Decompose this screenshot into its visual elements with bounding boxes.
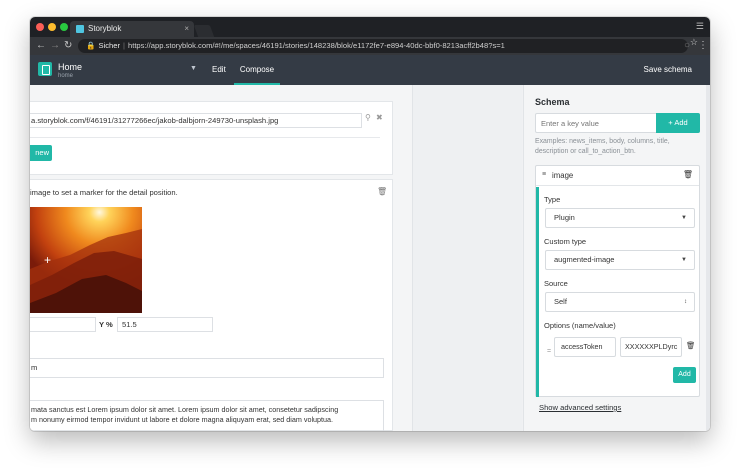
textarea-field[interactable]: mata sanctus est Lorem ipsum dolor sit a… xyxy=(30,400,384,431)
type-label: Type xyxy=(544,195,561,204)
trash-icon[interactable]: 🗑 xyxy=(377,187,387,196)
show-advanced-settings-link[interactable]: Show advanced settings xyxy=(539,403,621,412)
trash-icon[interactable]: 🗑 xyxy=(686,341,696,350)
tab-compose[interactable]: Compose xyxy=(234,55,280,85)
sunset-mountain-image[interactable]: + xyxy=(30,207,142,313)
url-text: https://app.storyblok.com/#!/me/spaces/4… xyxy=(127,41,505,50)
y-percent-label: Y % xyxy=(99,320,113,329)
forward-arrow-icon[interactable]: → xyxy=(50,39,60,53)
url-separator: | xyxy=(123,41,125,50)
asset-card: a.storyblok.com/f/46191/31277266ec/jakob… xyxy=(30,101,393,175)
browser-window: Storyblok × ☰ ← → ↻ 🔒 Sicher | https://app.… xyxy=(30,17,710,431)
tab-close-icon[interactable]: × xyxy=(184,21,189,37)
workspace: a.storyblok.com/f/46191/31277266ec/jakob… xyxy=(30,85,710,431)
browser-tab[interactable]: Storyblok × xyxy=(70,21,194,37)
profile-icon[interactable]: ☰ xyxy=(696,21,704,32)
storyblok-logo-icon[interactable] xyxy=(38,62,52,76)
schema-title: Schema xyxy=(535,97,570,107)
source-label: Source xyxy=(544,279,568,288)
tab-edit[interactable]: Edit xyxy=(212,55,226,85)
divider xyxy=(30,137,380,138)
type-select[interactable]: Plugin ▼ xyxy=(545,208,695,228)
key-input[interactable] xyxy=(535,113,657,133)
lock-icon: 🔒 xyxy=(86,41,96,50)
story-slug: home xyxy=(58,73,74,79)
chevron-down-icon[interactable]: ▼ xyxy=(190,65,197,72)
reload-icon[interactable]: ↻ xyxy=(64,39,72,53)
story-title[interactable]: Home xyxy=(58,62,82,72)
drag-handle-icon[interactable]: ≡ xyxy=(542,171,546,178)
content-editor-pane: a.storyblok.com/f/46191/31277266ec/jakob… xyxy=(30,85,412,431)
bookmark-star-icon[interactable]: ☆ xyxy=(690,37,698,48)
marker-crosshair-icon[interactable]: + xyxy=(44,254,51,266)
options-label: Options (name/value) xyxy=(544,321,616,330)
save-schema-button[interactable]: Save schema xyxy=(644,55,692,85)
custom-type-value: augmented-image xyxy=(554,255,615,264)
type-select-value: Plugin xyxy=(554,213,575,222)
maximize-window-button[interactable] xyxy=(60,23,68,31)
source-value: Self xyxy=(554,297,567,306)
clear-icon[interactable]: ✖ xyxy=(376,113,383,122)
extension-icon[interactable]: ○ xyxy=(684,39,690,53)
search-icon[interactable]: ⚲ xyxy=(365,113,371,122)
secure-label: Sicher xyxy=(98,41,120,50)
browser-toolbar: ← → ↻ 🔒 Sicher | https://app.storyblok.com/… xyxy=(30,37,710,55)
y-percent-field[interactable]: 51.5 xyxy=(117,317,213,332)
x-percent-field[interactable] xyxy=(30,317,96,332)
field-settings: Type Plugin ▼ Custom type augmented-imag… xyxy=(536,187,699,397)
caret-down-icon: ▼ xyxy=(681,257,687,263)
custom-type-label: Custom type xyxy=(544,237,587,246)
tab-title: Storyblok xyxy=(88,24,122,33)
source-select[interactable]: Self ↕ xyxy=(545,292,695,312)
drag-handle-icon[interactable]: = xyxy=(547,348,551,355)
new-button[interactable]: new xyxy=(30,145,52,161)
custom-type-select[interactable]: augmented-image ▼ xyxy=(545,250,695,270)
minimize-window-button[interactable] xyxy=(48,23,56,31)
new-tab-button[interactable] xyxy=(193,25,215,37)
add-option-button[interactable]: Add xyxy=(673,367,696,383)
trash-icon[interactable]: 🗑 xyxy=(683,170,693,179)
add-key-button[interactable]: + Add xyxy=(656,113,700,133)
close-window-button[interactable] xyxy=(36,23,44,31)
option-name-field[interactable]: accessToken xyxy=(554,337,616,357)
updown-caret-icon: ↕ xyxy=(684,299,687,305)
back-arrow-icon[interactable]: ← xyxy=(36,39,46,53)
browser-menu-icon[interactable]: ⋮ xyxy=(698,39,708,53)
preview-gap xyxy=(412,85,522,431)
browser-tabbar: Storyblok × ☰ xyxy=(30,17,710,37)
scrollbar[interactable] xyxy=(706,85,710,431)
caret-down-icon: ▼ xyxy=(681,215,687,221)
image-marker-card: image to set a marker for the detail pos… xyxy=(30,179,393,431)
textarea-line: m nonumy eirmod tempor invidunt ut labor… xyxy=(31,415,334,424)
textarea-line: mata sanctus est Lorem ipsum dolor sit a… xyxy=(31,405,339,414)
option-value-field[interactable]: XXXXXXPLDyrc xyxy=(620,337,682,357)
schema-panel: Schema + Add Examples: news_items, body,… xyxy=(523,85,710,431)
address-bar[interactable]: 🔒 Sicher | https://app.storyblok.com/#!/me/… xyxy=(78,39,688,53)
marker-hint-text: image to set a marker for the detail pos… xyxy=(30,188,178,197)
image-url-field[interactable]: a.storyblok.com/f/46191/31277266ec/jakob… xyxy=(30,113,362,128)
examples-text: Examples: news_items, body, columns, tit… xyxy=(535,138,670,155)
field-name: image xyxy=(552,171,574,180)
text-field[interactable]: m xyxy=(30,358,384,378)
storyblok-favicon-icon xyxy=(76,25,84,33)
schema-field-card: ≡ image 🗑 Type Plugin ▼ Custom type augm… xyxy=(535,165,700,397)
app-header: Home home ▼ Edit Compose Save schema xyxy=(30,55,710,85)
field-header[interactable]: ≡ image 🗑 xyxy=(536,166,699,186)
